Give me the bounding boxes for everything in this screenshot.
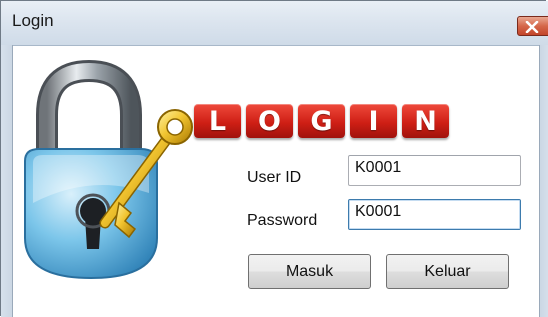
padlock-with-key-icon [24,59,193,280]
password-input[interactable] [348,199,521,230]
masuk-button[interactable]: Masuk [248,254,371,289]
window-frame-left [1,45,13,317]
logo-tile: O [246,104,293,138]
logo-tile: L [194,104,241,138]
user-id-label: User ID [247,169,302,186]
window-frame-right [539,45,548,317]
close-button[interactable] [517,16,548,36]
title-bar[interactable]: Login [1,1,548,46]
login-logo: L O G I N [194,104,449,140]
logo-tile: G [298,104,345,138]
logo-tile: N [402,104,449,138]
user-id-input[interactable] [348,155,521,186]
close-icon [525,21,539,33]
login-window: Login L O G I N User ID K0001 Password K… [0,0,548,317]
keluar-button[interactable]: Keluar [386,254,509,289]
window-title: Login [12,11,54,30]
logo-tile: I [350,104,397,138]
password-label: Password [247,212,318,229]
